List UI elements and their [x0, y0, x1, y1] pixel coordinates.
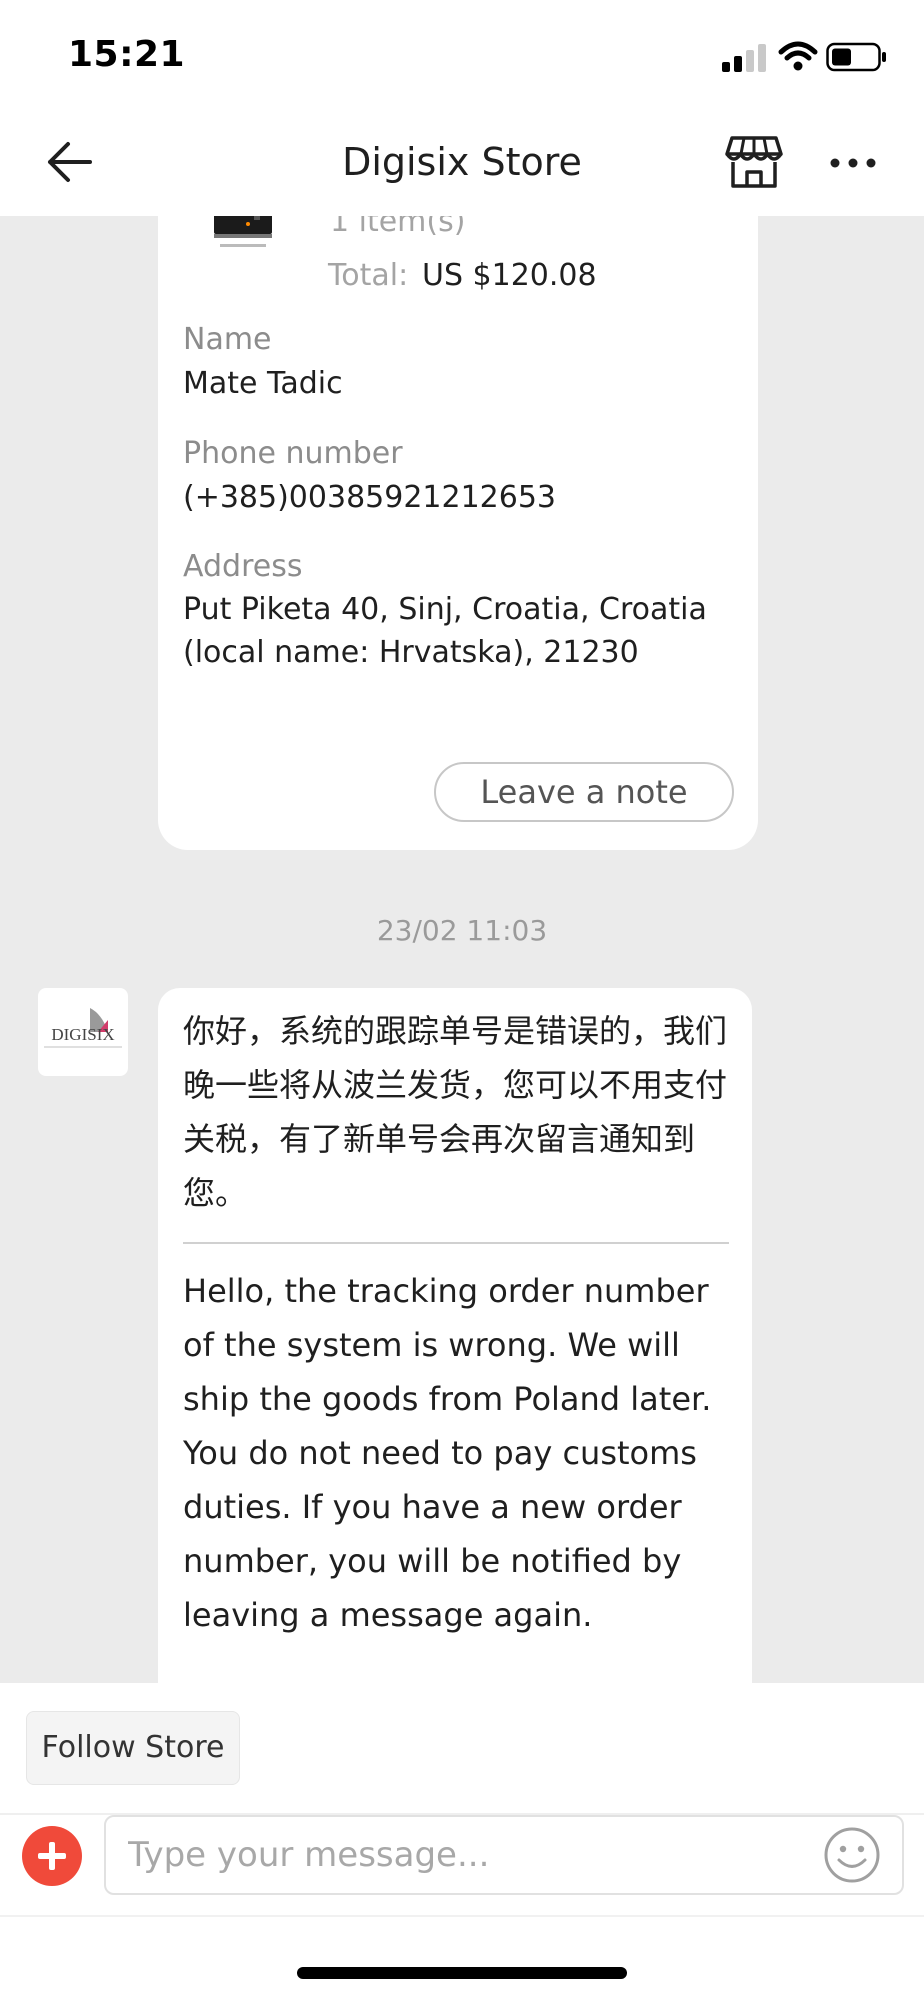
- message-text-english: Hello, the tracking order number of the …: [183, 1272, 712, 1634]
- avatar-logo-text: DIGISIX: [51, 1025, 114, 1044]
- page-title: Digisix Store: [342, 140, 582, 184]
- battery-icon: [826, 42, 886, 72]
- message-bubble[interactable]: 你好，系统的跟踪单号是错误的，我们晚一些将从波兰发货，您可以不用支付关税，有了新…: [158, 988, 752, 1683]
- translation-divider: [183, 1242, 729, 1244]
- avatar[interactable]: DIGISIX: [38, 988, 128, 1076]
- address-value: Put Piketa 40, Sinj, Croatia, Croatia (l…: [183, 592, 707, 670]
- name-value: Mate Tadic: [183, 366, 343, 401]
- home-indicator[interactable]: [297, 1967, 627, 1979]
- chat-area[interactable]: 1 item(s) Total: US $120.08 Name Mate Ta…: [0, 216, 924, 1683]
- status-bar: 15:21: [0, 0, 924, 112]
- total-value: US $120.08: [422, 258, 597, 293]
- total-label: Total:: [328, 258, 409, 293]
- wifi-icon: [778, 41, 818, 71]
- message-timestamp: 23/02 11:03: [376, 914, 548, 947]
- chat-header: Digisix Store: [0, 112, 924, 216]
- items-count: 1 item(s): [330, 216, 466, 239]
- message-text-chinese: 你好，系统的跟踪单号是错误的，我们晚一些将从波兰发货，您可以不用支付关税，有了新…: [183, 1012, 728, 1212]
- more-horizontal-icon[interactable]: [826, 136, 880, 190]
- store-icon[interactable]: [724, 132, 784, 192]
- name-label: Name: [183, 322, 272, 357]
- plus-icon[interactable]: [22, 1826, 82, 1886]
- follow-store-button[interactable]: Follow Store: [26, 1711, 240, 1785]
- message-input[interactable]: [104, 1815, 904, 1895]
- phone-value: (+385)00385921212653: [183, 480, 557, 515]
- signal-icon: [722, 42, 768, 72]
- order-card: 1 item(s) Total: US $120.08 Name Mate Ta…: [158, 216, 758, 850]
- bottom-toolbar: Follow Store: [0, 1683, 924, 2000]
- product-thumbnail[interactable]: [210, 216, 276, 254]
- smiley-icon[interactable]: [823, 1826, 881, 1884]
- divider: [0, 1915, 924, 1917]
- address-label: Address: [183, 549, 303, 584]
- status-time: 15:21: [68, 34, 186, 75]
- leave-note-button[interactable]: Leave a note: [434, 762, 734, 822]
- phone-label: Phone number: [183, 436, 403, 471]
